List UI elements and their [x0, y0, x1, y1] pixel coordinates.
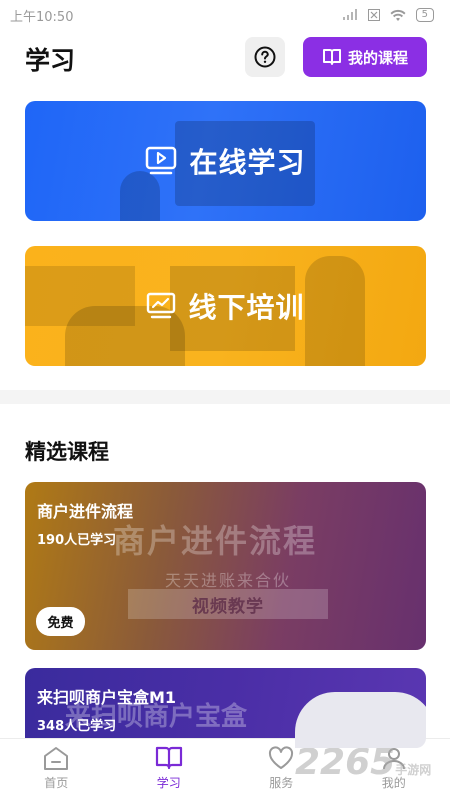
offline-training-banner[interactable]: 线下培训 — [25, 246, 426, 366]
battery-indicator: 5 — [415, 8, 434, 22]
site-watermark: 2265手游网 — [295, 742, 431, 783]
online-learning-banner[interactable]: 在线学习 — [25, 101, 426, 221]
my-courses-button[interactable]: 我的课程 — [303, 37, 427, 77]
tab-service-label: 服务 — [269, 776, 294, 790]
section-divider — [0, 390, 450, 404]
book-icon — [155, 746, 182, 770]
my-courses-label: 我的课程 — [347, 48, 408, 67]
course-cover-ribbon-text: 视频教学 — [192, 596, 264, 617]
free-badge: 免费 — [36, 607, 85, 636]
course-cover-ribbon: 视频教学 — [128, 589, 328, 619]
tab-study-label: 学习 — [156, 776, 181, 790]
status-icons: 5 — [342, 8, 434, 22]
course-title: 来扫呗商户宝盒M1 — [37, 688, 177, 707]
offline-training-label: 线下培训 — [188, 291, 305, 324]
tab-study[interactable]: 学习 — [113, 739, 226, 800]
header: 学习 我的课程 — [0, 30, 450, 85]
device-illustration — [295, 692, 426, 748]
tab-home[interactable]: 首页 — [0, 739, 113, 800]
presenter-silhouette — [305, 256, 365, 366]
video-play-icon — [146, 146, 177, 175]
wifi-icon — [390, 9, 406, 21]
page-title: 学习 — [25, 46, 76, 75]
watermark-text: 2265 — [295, 742, 396, 783]
status-bar: 上午10:50 5 — [0, 0, 450, 30]
status-time: 上午10:50 — [10, 9, 74, 25]
course-cover-title: 商户进件流程 — [113, 522, 318, 560]
watermark-sub: 手游网 — [395, 763, 432, 777]
open-book-icon — [322, 49, 341, 65]
course-card[interactable]: 来扫呗商户宝盒 来扫呗商户宝盒M1 348人已学习 — [25, 668, 426, 748]
course-learner-count: 190人已学习 — [37, 533, 117, 548]
course-title: 商户进件流程 — [37, 502, 134, 521]
online-learning-label: 在线学习 — [189, 146, 306, 179]
course-learner-count: 348人已学习 — [37, 719, 117, 734]
signal-icon — [342, 9, 357, 20]
heart-icon — [269, 746, 294, 769]
question-circle-icon — [254, 46, 276, 68]
help-button[interactable] — [245, 37, 285, 77]
course-card[interactable]: 商户进件流程 天天进账来合伙 视频教学 商户进件流程 190人已学习 免费 — [25, 482, 426, 650]
cup-silhouette — [120, 171, 160, 221]
tab-home-label: 首页 — [44, 776, 69, 790]
home-icon — [44, 747, 69, 770]
course-cover-subtitle: 天天进账来合伙 — [165, 571, 292, 590]
chart-board-icon — [147, 292, 176, 319]
close-small-icon — [367, 9, 380, 21]
featured-courses-title: 精选课程 — [25, 440, 109, 464]
